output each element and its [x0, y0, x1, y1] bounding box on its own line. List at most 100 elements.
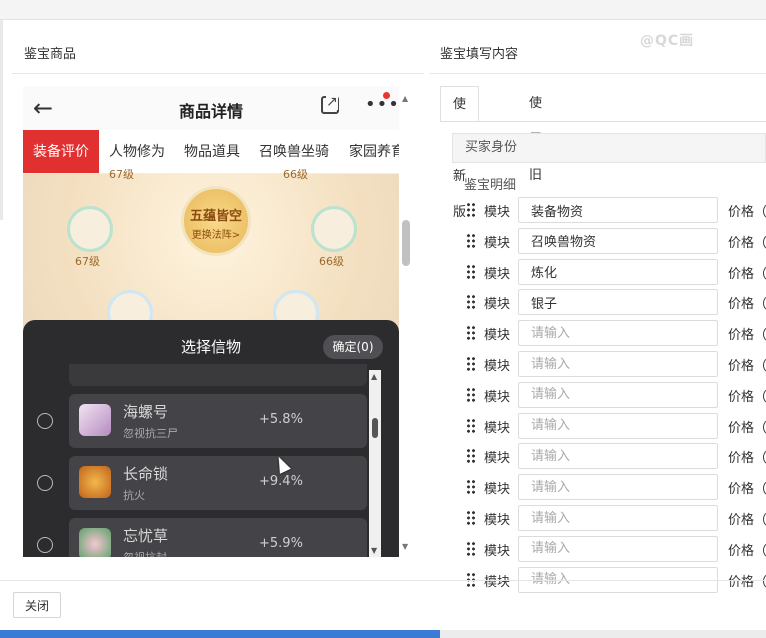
module-input[interactable]: [518, 474, 718, 501]
price-label: 价格（: [728, 359, 766, 374]
select-token-panel: 选择信物 确定(0) 海螺号 忽视抗三尸 +5.8% 长命锁 抗火 +9.4% …: [23, 320, 399, 557]
formation-node[interactable]: [67, 206, 113, 252]
drag-handle-icon[interactable]: [466, 325, 476, 342]
drag-handle-icon[interactable]: [466, 232, 476, 249]
module-label: 模块: [484, 513, 511, 528]
tab-old-version[interactable]: 使用旧版: [517, 86, 554, 219]
buyer-identity-bar[interactable]: 买家身份: [452, 133, 766, 163]
scrollbar-thumb[interactable]: [402, 220, 410, 266]
module-input[interactable]: [518, 535, 718, 562]
module-input[interactable]: [518, 412, 718, 439]
panel-scrollbar[interactable]: ▲ ▼: [369, 370, 381, 557]
module-row: 模块 价格（: [464, 535, 766, 562]
price-label: 价格（: [728, 420, 766, 436]
price-label: 价格（: [728, 266, 766, 282]
module-row: 模块 价格（: [464, 474, 766, 501]
module-input[interactable]: [518, 289, 718, 316]
scrollbar-thumb[interactable]: [372, 418, 378, 438]
drag-handle-icon[interactable]: [466, 510, 476, 526]
module-label: 模块: [484, 359, 511, 374]
drag-handle-icon[interactable]: [466, 386, 476, 403]
radio-button[interactable]: [37, 537, 53, 553]
change-formation-button[interactable]: 五蕴皆空 更换法阵>: [181, 186, 251, 256]
phone-tab-home[interactable]: 家园养育: [349, 130, 399, 173]
scroll-down-icon[interactable]: ▼: [371, 546, 377, 555]
left-section-title: 鉴宝商品: [24, 47, 77, 62]
product-screenshot: ← 商品详情 ••• 装备评价 人物修为 物品道具 召唤兽坐骑 家园养育 67级…: [23, 86, 399, 557]
token-option[interactable]: 忘忧草 忽视抗封 +5.9%: [37, 518, 367, 557]
more-icon[interactable]: •••: [365, 94, 399, 115]
phone-tab-equipment[interactable]: 装备评价: [23, 130, 99, 173]
module-input[interactable]: [518, 381, 718, 408]
formation-node[interactable]: [311, 206, 357, 252]
taskbar-window[interactable]: [440, 630, 766, 638]
module-input[interactable]: [518, 351, 718, 377]
taskbar: [0, 630, 766, 638]
module-row: 模块 价格（: [464, 197, 766, 223]
tabs-divider: [440, 121, 766, 122]
token-option[interactable]: 长命锁 抗火 +9.4%: [37, 456, 367, 510]
watermark: @QC画: [640, 33, 695, 49]
level-label: 66级: [283, 168, 308, 181]
left-section-divider: [12, 73, 424, 74]
panel-confirm-button[interactable]: 确定(0): [323, 335, 383, 359]
module-row: 模块 价格（: [464, 505, 766, 531]
share-icon[interactable]: [321, 94, 339, 114]
scroll-down-icon[interactable]: ▼: [402, 542, 408, 551]
scroll-up-icon[interactable]: ▲: [371, 372, 377, 381]
module-input[interactable]: [518, 505, 718, 531]
conch-icon: [79, 404, 111, 436]
radio-button[interactable]: [37, 475, 53, 491]
module-label: 模块: [484, 451, 511, 467]
module-label: 模块: [484, 482, 511, 498]
footer-divider: [0, 580, 766, 581]
right-section-title: 鉴宝填写内容: [440, 47, 519, 62]
module-label: 模块: [484, 389, 511, 405]
phone-tabs: 装备评价 人物修为 物品道具 召唤兽坐骑 家园养育: [23, 130, 399, 174]
phone-tab-items[interactable]: 物品道具: [184, 130, 240, 173]
tab-new-version[interactable]: 使用新版: [440, 86, 480, 220]
price-label: 价格（: [728, 451, 766, 467]
module-input[interactable]: [518, 443, 718, 470]
module-input[interactable]: [518, 258, 718, 285]
drag-handle-icon[interactable]: [466, 448, 476, 465]
price-label: 价格（: [728, 389, 766, 405]
drag-handle-icon[interactable]: [466, 294, 476, 311]
module-label: 模块: [484, 266, 511, 282]
window-top-bar: [0, 0, 766, 20]
drag-handle-icon[interactable]: [466, 540, 476, 557]
phone-header: ← 商品详情 •••: [23, 86, 399, 130]
module-row: 模块 价格（: [464, 443, 766, 470]
token-option[interactable]: 海螺号 忽视抗三尸 +5.8%: [37, 394, 367, 448]
module-input[interactable]: [518, 320, 718, 347]
price-label: 价格（: [728, 328, 766, 344]
module-row: 模块 价格（: [464, 351, 766, 377]
level-label: 67级: [75, 255, 100, 268]
level-label: 67级: [109, 168, 134, 181]
drag-handle-icon[interactable]: [466, 417, 476, 434]
longevity-lock-icon: [79, 466, 111, 498]
module-input[interactable]: [518, 197, 718, 223]
price-label: 价格（: [728, 235, 766, 251]
detail-label: 鉴宝明细: [464, 178, 517, 193]
drag-handle-icon[interactable]: [466, 356, 476, 372]
module-row: 模块 价格（: [464, 381, 766, 408]
list-item: [69, 364, 367, 386]
module-input[interactable]: [518, 227, 718, 254]
module-label: 模块: [484, 420, 511, 436]
price-label: 价格（: [728, 543, 766, 559]
module-row: 模块 价格（: [464, 258, 766, 285]
radio-button[interactable]: [37, 413, 53, 429]
price-label: 价格（: [728, 205, 766, 220]
drag-handle-icon[interactable]: [466, 202, 476, 218]
drag-handle-icon[interactable]: [466, 479, 476, 496]
phone-title: 商品详情: [178, 102, 243, 121]
scroll-up-icon[interactable]: ▲: [402, 94, 408, 103]
close-button[interactable]: 关闭: [13, 592, 61, 618]
module-row: 模块 价格（: [464, 227, 766, 254]
price-label: 价格（: [728, 513, 766, 528]
right-section-divider: [430, 73, 766, 74]
drag-handle-icon[interactable]: [466, 263, 476, 280]
herb-icon: [79, 528, 111, 557]
screenshot-scrollbar[interactable]: ▲ ▼: [399, 86, 413, 557]
